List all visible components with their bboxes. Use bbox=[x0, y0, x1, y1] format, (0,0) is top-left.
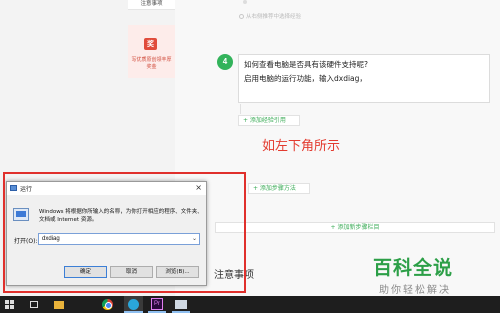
chrome-icon[interactable] bbox=[102, 299, 113, 310]
step-text-editor[interactable]: 如何查看电脑是否具有该硬件支持呢? 启用电脑的运行功能，输入dxdiag， bbox=[238, 54, 490, 103]
premiere-icon[interactable]: Pr bbox=[151, 298, 163, 310]
divider-dot bbox=[243, 0, 247, 4]
window-icon[interactable] bbox=[175, 300, 187, 309]
recommend-link-label: 从右侧推荐中选择经验 bbox=[246, 14, 302, 20]
windows-start-icon[interactable] bbox=[5, 300, 14, 309]
watermark-subtitle: 助你轻松解决 bbox=[379, 285, 451, 296]
add-method-button[interactable]: + 添加步骤方法 bbox=[248, 183, 310, 194]
connector-line bbox=[240, 104, 241, 114]
add-section-button[interactable]: + 添加新步骤栏目 bbox=[215, 222, 495, 233]
highlight-frame bbox=[3, 172, 246, 293]
add-quote-button[interactable]: + 添加经验引用 bbox=[238, 115, 300, 126]
step-number-badge: 4 bbox=[217, 54, 233, 70]
step-text-line: 启用电脑的运行功能，输入dxdiag， bbox=[244, 74, 367, 83]
annotation-text: 如左下角所示 bbox=[262, 139, 341, 154]
watermark-title: 百科全说 bbox=[373, 257, 454, 279]
step-text-line: 如何查看电脑是否具有该硬件支持呢? bbox=[244, 60, 368, 69]
reward-icon: 奖 bbox=[144, 38, 157, 50]
file-explorer-icon[interactable] bbox=[54, 301, 64, 309]
taskbar: Pr bbox=[0, 296, 500, 313]
recommend-link[interactable]: 从右侧推荐中选择经验 bbox=[239, 12, 301, 20]
task-view-icon[interactable] bbox=[30, 301, 38, 308]
promo-text: 写优质原创领丰厚奖金 bbox=[131, 57, 172, 70]
link-icon bbox=[239, 14, 244, 19]
notes-tab[interactable]: 注意事项 bbox=[128, 0, 175, 10]
watermark: 百科全说 助你轻松解决 bbox=[373, 253, 495, 296]
